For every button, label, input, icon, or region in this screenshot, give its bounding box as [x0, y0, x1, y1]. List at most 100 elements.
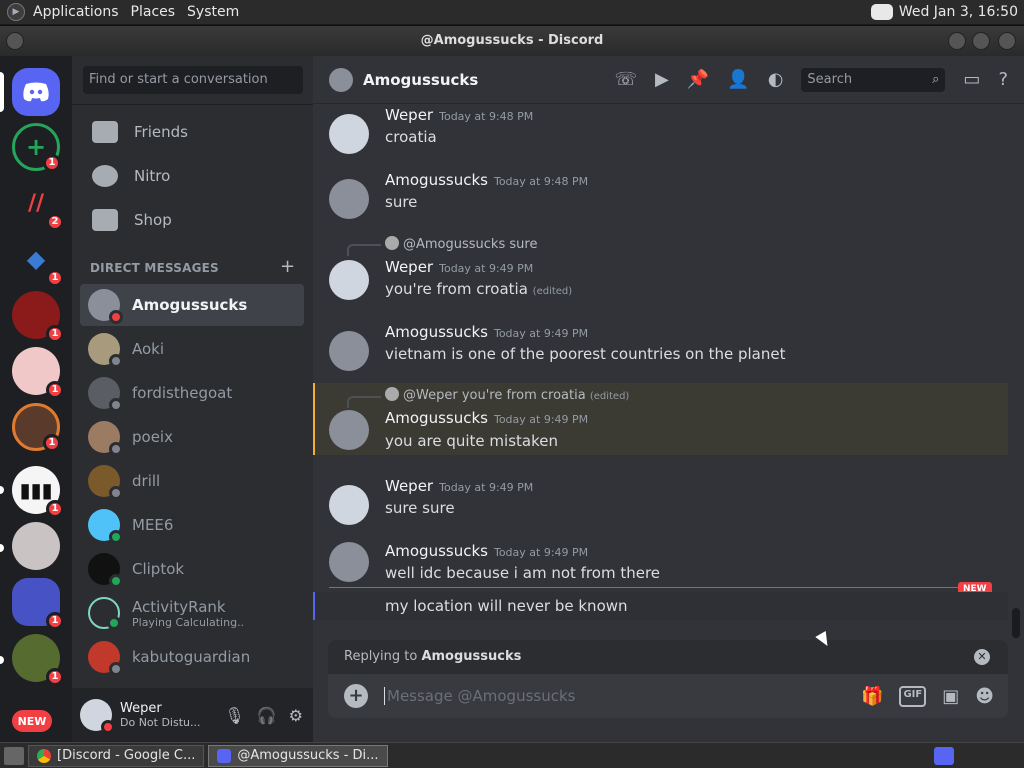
- search-input[interactable]: Search ⌕: [801, 67, 946, 92]
- discord-tray-icon[interactable]: [934, 746, 954, 765]
- server-orange-avatar[interactable]: 1: [12, 403, 61, 452]
- message-author[interactable]: Amogussucks Today at 9:48 PM: [385, 171, 588, 189]
- dm-sidebar: Find or start a conversation Friends Nit…: [72, 56, 313, 742]
- reply-preview[interactable]: @Amogussucks sure: [385, 236, 537, 252]
- dm-name: kabutoguardian: [132, 648, 251, 666]
- avatar: [88, 377, 123, 412]
- dm-item-kabutoguardian[interactable]: kabutoguardian: [80, 636, 304, 678]
- avatar: [88, 421, 123, 456]
- message-author[interactable]: Amogussucks Today at 9:49 PM: [385, 409, 588, 427]
- dm-item-aoki[interactable]: Aoki: [80, 328, 304, 370]
- server-folder[interactable]: 1: [12, 578, 64, 630]
- avatar: [88, 597, 121, 630]
- status-offline-icon: [109, 662, 123, 676]
- server-blue-logo[interactable]: ◆ 1: [12, 235, 64, 287]
- applications-icon[interactable]: ▶: [7, 3, 25, 21]
- close-icon[interactable]: [998, 32, 1016, 50]
- menu-places[interactable]: Places: [125, 4, 182, 20]
- discord-tray-icon[interactable]: [870, 4, 893, 20]
- menu-applications[interactable]: Applications: [27, 4, 125, 20]
- cancel-reply-icon[interactable]: ✕: [974, 649, 990, 665]
- message-author[interactable]: Amogussucks Today at 9:49 PM: [385, 542, 588, 560]
- inbox-icon[interactable]: ▭: [963, 69, 980, 90]
- clock[interactable]: Wed Jan 3, 16:50: [899, 4, 1018, 20]
- server-pink-avatar[interactable]: 1: [12, 347, 64, 399]
- gif-button[interactable]: GIF: [899, 685, 927, 707]
- message-text: my location will never be known: [385, 597, 628, 615]
- author-name: Amogussucks: [385, 171, 488, 189]
- nav-nitro[interactable]: Nitro: [80, 155, 304, 197]
- discord-logo-icon: [23, 82, 49, 102]
- window-menu-icon[interactable]: [6, 32, 24, 50]
- dm-item-cliptok[interactable]: Cliptok: [80, 548, 304, 590]
- user-profile-icon[interactable]: ◐: [768, 69, 784, 90]
- notification-badge: 1: [46, 381, 64, 399]
- add-friend-to-dm-icon[interactable]: 👤: [727, 69, 749, 90]
- chat-scrollbar[interactable]: [1012, 608, 1020, 638]
- message-time: Today at 9:49 PM: [493, 546, 589, 559]
- dm-item-poeix[interactable]: poeix: [80, 416, 304, 458]
- notification-badge: 1: [46, 269, 64, 287]
- home-button[interactable]: [12, 68, 60, 116]
- show-desktop-icon[interactable]: [4, 746, 24, 765]
- reply-preview[interactable]: @Weper you're from croatia (edited): [385, 387, 629, 403]
- dm-item-mee6[interactable]: MEE6: [80, 504, 304, 546]
- help-icon[interactable]: ?: [998, 69, 1008, 90]
- message-author[interactable]: Amogussucks Today at 9:49 PM: [385, 323, 588, 341]
- message-author[interactable]: Weper Today at 9:49 PM: [385, 258, 533, 276]
- pinned-messages-icon[interactable]: 📌: [687, 69, 709, 90]
- microphone-icon[interactable]: 🎙: [224, 706, 244, 725]
- headphones-icon[interactable]: 🎧: [257, 706, 277, 725]
- server-red-logo[interactable]: //2: [12, 179, 64, 231]
- server-add-icon[interactable]: +1: [12, 123, 61, 172]
- message-item[interactable]: Amogussucks Today at 9:49 PM vietnam is o…: [313, 321, 1008, 381]
- message-author[interactable]: Weper Today at 9:48 PM: [385, 106, 533, 124]
- author-name: Weper: [385, 258, 434, 276]
- dm-item-fordisthegoat[interactable]: fordisthegoat: [80, 372, 304, 414]
- message-item[interactable]: Amogussucks Today at 9:48 PM sure: [313, 169, 1008, 229]
- sidebar-divider: [72, 104, 313, 105]
- voice-call-icon[interactable]: ☏: [615, 69, 638, 90]
- message-input[interactable]: [384, 687, 862, 705]
- menu-system[interactable]: System: [181, 4, 245, 20]
- nav-friends[interactable]: Friends: [80, 111, 304, 153]
- message-author[interactable]: Weper Today at 9:49 PM: [385, 477, 533, 495]
- nav-shop[interactable]: Shop: [80, 199, 304, 241]
- message-item[interactable]: @Weper you're from croatia (edited) Amog…: [313, 386, 1008, 456]
- task-label: [Discord - Google C...: [57, 747, 196, 763]
- server-piano-icon[interactable]: ▮▮▮ 1: [12, 466, 64, 518]
- minimize-icon[interactable]: [948, 32, 966, 50]
- maximize-icon[interactable]: [972, 32, 990, 50]
- dm-item-amogussucks[interactable]: Amogussucks: [80, 284, 304, 326]
- server-grey-avatar[interactable]: [12, 522, 60, 570]
- settings-gear-icon[interactable]: ⚙: [289, 706, 303, 725]
- create-dm-icon[interactable]: +: [280, 256, 295, 277]
- message-text: croatia: [385, 128, 437, 146]
- sticker-icon[interactable]: ▣: [942, 686, 959, 707]
- server-anime-avatar[interactable]: 1: [12, 291, 64, 343]
- user-avatar[interactable]: [80, 699, 115, 734]
- task-discord[interactable]: @Amogussucks - Di...: [208, 744, 388, 767]
- message-item-continued[interactable]: my location will never be known: [313, 592, 1008, 620]
- friends-icon: [92, 121, 118, 143]
- message-item[interactable]: Amogussucks Today at 9:49 PM well idc bec…: [313, 540, 1008, 590]
- video-call-icon[interactable]: ▶: [655, 69, 669, 90]
- task-chrome[interactable]: [Discord - Google C...: [28, 744, 205, 767]
- dm-item-drill[interactable]: drill: [80, 460, 304, 502]
- find-conversation-input[interactable]: Find or start a conversation: [83, 66, 303, 94]
- new-unreads-pill[interactable]: NEW: [12, 710, 52, 732]
- emoji-icon[interactable]: ☻: [975, 686, 994, 707]
- message-item[interactable]: @Amogussucks sure Weper Today at 9:49 PM …: [313, 234, 1008, 304]
- server-minecraft-icon[interactable]: 1: [12, 634, 64, 686]
- attach-plus-icon[interactable]: +: [344, 684, 368, 708]
- message-item[interactable]: Weper Today at 9:49 PM sure sure: [313, 475, 1008, 535]
- reply-author: @Weper: [403, 388, 458, 403]
- window-title-bar: @Amogussucks - Discord: [0, 26, 1024, 56]
- notification-badge: 1: [46, 668, 64, 686]
- message-item[interactable]: Weper Today at 9:48 PM croatia: [313, 104, 1008, 164]
- gift-icon[interactable]: 🎁: [861, 686, 883, 707]
- user-name: Weper: [120, 701, 162, 716]
- message-text: you're from croatia (edited): [385, 280, 572, 298]
- avatar: [329, 542, 369, 582]
- dm-item-activityrank[interactable]: ActivityRank Playing Calculating..: [80, 592, 304, 634]
